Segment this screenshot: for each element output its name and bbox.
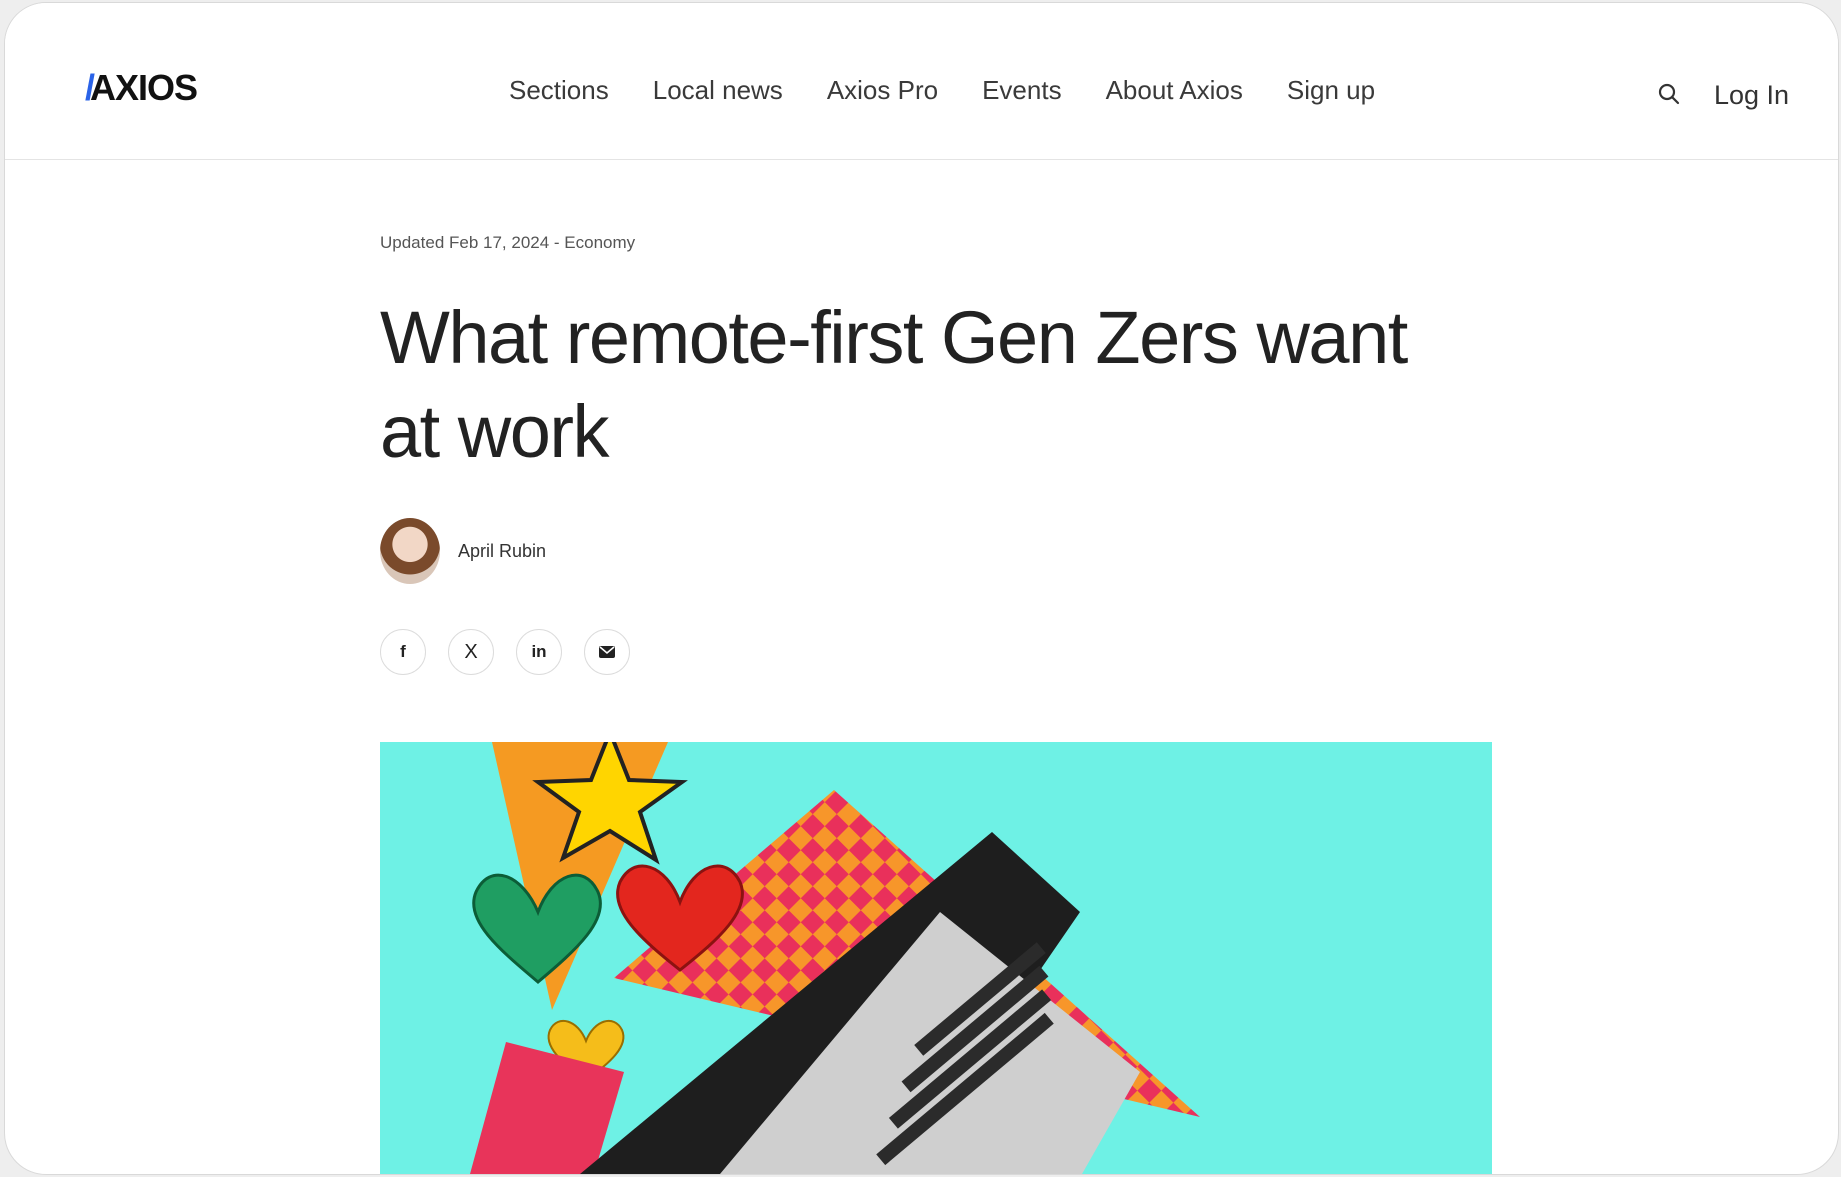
nav-local-news[interactable]: Local news bbox=[653, 75, 783, 106]
axios-logo[interactable]: / AXIOS bbox=[85, 67, 198, 109]
login-link[interactable]: Log In bbox=[1714, 80, 1789, 111]
linkedin-share-button[interactable]: in bbox=[516, 629, 562, 675]
nav-sections[interactable]: Sections bbox=[509, 75, 609, 106]
article-meta: Updated Feb 17, 2024 - Economy bbox=[380, 233, 636, 252]
article-headline: What remote-first Gen Zers want at work bbox=[380, 296, 1408, 473]
author-name[interactable]: April Rubin bbox=[458, 541, 546, 562]
facebook-share-button[interactable]: f bbox=[380, 629, 426, 675]
nav-about-axios[interactable]: About Axios bbox=[1106, 75, 1243, 106]
nav-axios-pro[interactable]: Axios Pro bbox=[827, 75, 938, 106]
main-nav: Sections Local news Axios Pro Events Abo… bbox=[509, 75, 1375, 106]
x-icon: X bbox=[464, 640, 478, 663]
site-header: / AXIOS Sections Local news Axios Pro Ev… bbox=[5, 3, 1838, 160]
share-buttons: f X in bbox=[380, 629, 630, 675]
search-icon[interactable] bbox=[1657, 82, 1681, 106]
browser-frame: / AXIOS Sections Local news Axios Pro Ev… bbox=[4, 2, 1839, 1175]
email-icon bbox=[599, 646, 615, 658]
email-share-button[interactable] bbox=[584, 629, 630, 675]
hero-illustration bbox=[380, 742, 1492, 1174]
linkedin-icon: in bbox=[531, 642, 547, 661]
author-avatar bbox=[380, 518, 440, 584]
nav-events[interactable]: Events bbox=[982, 75, 1062, 106]
nav-sign-up[interactable]: Sign up bbox=[1287, 75, 1375, 106]
logo-wordmark: AXIOS bbox=[90, 67, 198, 108]
author-byline[interactable]: April Rubin bbox=[380, 518, 546, 584]
hero-artwork bbox=[380, 742, 1492, 1174]
x-share-button[interactable]: X bbox=[448, 629, 494, 675]
facebook-icon: f bbox=[400, 642, 406, 661]
